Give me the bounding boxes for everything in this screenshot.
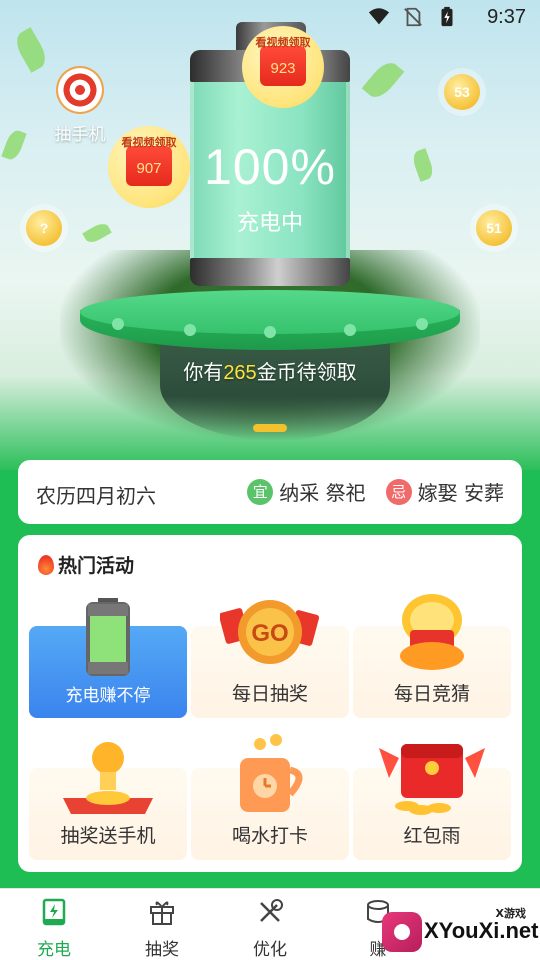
battery-percent: 100% <box>204 139 336 195</box>
activity-lottery-phone[interactable]: 抽奖送手机 <box>29 742 187 860</box>
watermark-main: XYouXi.net <box>424 918 539 943</box>
activity-label: 充电赚不停 <box>65 686 151 706</box>
section-title: 热门活动 <box>38 551 134 578</box>
wifi-icon <box>368 8 390 25</box>
coins-value: 265 <box>223 362 257 384</box>
yi-text: 纳采 祭祀 <box>279 481 366 505</box>
section-title-text: 热门活动 <box>58 555 135 577</box>
nav-lottery[interactable]: 抽奖 <box>108 889 216 960</box>
lottery-label: 抽手机 <box>54 125 106 145</box>
coin-box-icon <box>63 742 153 814</box>
lottery-button[interactable]: 抽手机 <box>50 66 110 145</box>
platform-light <box>112 318 124 330</box>
battery-status: 充电中 <box>236 211 303 236</box>
claim-pill[interactable] <box>253 424 287 432</box>
platform-light <box>264 326 276 338</box>
activity-water-checkin[interactable]: 喝水打卡 <box>191 734 349 860</box>
yi-badge: 宜 <box>247 478 274 505</box>
nav-label: 抽奖 <box>145 940 179 960</box>
nav-charge[interactable]: 充电 <box>0 889 108 960</box>
hot-activities-card: 热门活动 充电赚不停 GO 每日抽奖 每日竞猜 抽奖送手机 喝水打卡 红包雨 <box>18 535 522 872</box>
flame-icon <box>38 554 54 575</box>
red-packet-amount: 923 <box>270 60 296 77</box>
pending-coins-text[interactable]: 你有265金币待领取 <box>0 356 540 385</box>
activity-daily-lottery[interactable]: GO 每日抽奖 <box>191 600 349 718</box>
almanac-card[interactable]: 农历四月初六 宜 纳采 祭祀 忌 嫁娶 安葬 <box>18 460 522 524</box>
red-packet-bubble[interactable]: 907 看视频领取 <box>108 126 190 208</box>
lunar-date: 农历四月初六 <box>36 484 156 508</box>
activity-label: 每日竞猜 <box>393 683 470 705</box>
nav-label: 充电 <box>37 940 71 960</box>
no-sim-icon <box>404 7 422 27</box>
yi-ji-row: 宜 纳采 祭祀 忌 嫁娶 安葬 <box>247 477 504 506</box>
coins-text-suffix: 金币待领取 <box>256 360 357 384</box>
golden-egg-icon <box>400 594 464 670</box>
tools-icon <box>260 899 283 922</box>
battery-icon <box>86 598 130 676</box>
coins-text-prefix: 你有 <box>183 360 224 384</box>
leaf-decoration <box>82 220 112 246</box>
leaf-decoration <box>1 128 27 162</box>
platform-light <box>184 324 196 336</box>
activity-charge-earn[interactable]: 充电赚不停 <box>29 598 187 718</box>
coin-bubble[interactable]: ? <box>26 210 62 246</box>
red-packet-bubble[interactable]: 923 看视频领取 <box>242 26 324 108</box>
charging-hero: 9:37 100% 充电中 923 看视频领取 907 看视频领取 53 ? 5… <box>0 0 540 470</box>
activity-label: 红包雨 <box>403 825 461 847</box>
nav-label: 优化 <box>253 940 287 960</box>
gift-icon <box>150 901 174 925</box>
ji-text: 嫁娶 安葬 <box>417 481 504 505</box>
battery-band <box>190 258 350 286</box>
svg-text:GO: GO <box>251 620 288 647</box>
site-watermark: X游戏 XYouXi.net <box>380 902 540 960</box>
coin-bubble[interactable]: 51 <box>476 210 512 246</box>
red-packet-tag: 看视频领取 <box>121 136 177 149</box>
red-packet-amount: 907 <box>136 160 162 177</box>
red-packet-tag: 看视频领取 <box>255 36 311 49</box>
leaf-decoration <box>361 57 405 103</box>
target-icon <box>56 66 104 114</box>
gamepad-logo <box>382 912 422 952</box>
nav-optimize[interactable]: 优化 <box>216 889 324 960</box>
status-time: 9:37 <box>487 6 526 28</box>
activity-label: 喝水打卡 <box>231 825 308 847</box>
activity-daily-guess[interactable]: 每日竞猜 <box>353 594 511 718</box>
red-envelope-icon: 923 <box>260 46 306 86</box>
leaf-decoration <box>410 148 436 182</box>
charge-icon <box>42 898 66 926</box>
red-envelope-icon <box>379 744 485 815</box>
battery-charging-icon <box>441 6 453 27</box>
activity-red-envelope-rain[interactable]: 红包雨 <box>353 744 511 860</box>
cup-icon <box>240 734 303 812</box>
go-coin-icon: GO <box>220 600 320 664</box>
activity-label: 每日抽奖 <box>231 683 308 705</box>
red-envelope-icon: 907 <box>126 146 172 186</box>
coin-bubble[interactable]: 53 <box>444 74 480 110</box>
activity-label: 抽奖送手机 <box>60 825 156 847</box>
platform-light <box>416 318 428 330</box>
platform-light <box>344 324 356 336</box>
ji-badge: 忌 <box>385 478 412 505</box>
